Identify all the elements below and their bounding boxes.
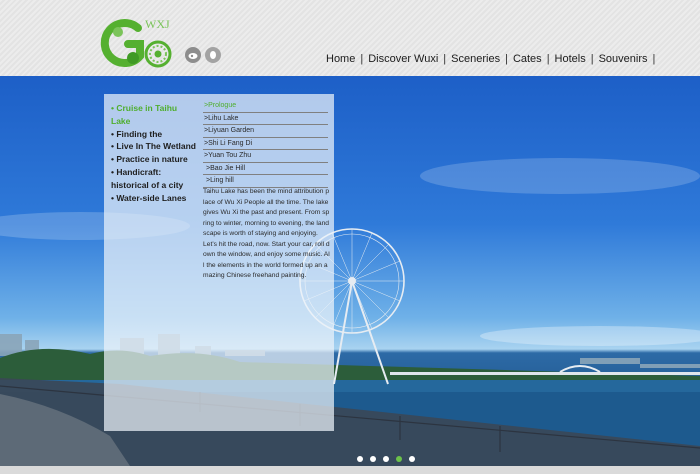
slider-dot[interactable] <box>370 456 376 462</box>
footer-strip <box>0 466 700 474</box>
description-paragraph: Let’s hit the road, now. Start your car,… <box>203 240 330 280</box>
description-paragraph: Taihu Lake has been the mind attribution… <box>203 188 330 237</box>
slider-dot[interactable] <box>409 456 415 462</box>
main-nav: Home | Discover Wuxi | Sceneries | Cates… <box>326 51 660 67</box>
nav-separator: | <box>546 53 550 65</box>
slider-dot[interactable] <box>383 456 389 462</box>
nav-sceneries[interactable]: Sceneries <box>451 53 500 65</box>
nav-discover-wuxi[interactable]: Discover Wuxi <box>368 53 438 65</box>
menu-item-cruise-taihu[interactable]: • Cruise in Taihu Lake <box>111 102 197 128</box>
nav-separator: | <box>360 53 364 65</box>
menu-item-water-side-lanes[interactable]: • Water-side Lanes <box>111 192 197 205</box>
qq-icon[interactable] <box>205 47 221 63</box>
submenu-item-ling-hill[interactable]: >Ling hill <box>203 175 328 188</box>
submenu-item-shi-li-fang-di[interactable]: >Shi Li Fang Di <box>203 138 328 150</box>
menu-item-wetland[interactable]: • Live In The Wetland <box>111 140 197 153</box>
nav-separator: | <box>505 53 508 65</box>
menu-item-practice-nature[interactable]: • Practice in nature <box>111 153 197 166</box>
logo-letters: WXJ <box>145 17 170 31</box>
nav-hotels[interactable]: Hotels <box>555 53 586 65</box>
slider-dot-active[interactable] <box>396 456 402 462</box>
tour-menu: • Cruise in Taihu Lake • Finding the • L… <box>111 102 197 204</box>
site-logo[interactable]: WXJ <box>100 14 178 70</box>
description-text: Taihu Lake has been the mind attribution… <box>203 187 330 282</box>
submenu-item-prologue[interactable]: >Prologue <box>203 100 328 113</box>
submenu-item-yuan-tou-zhu[interactable]: >Yuan Tou Zhu <box>203 150 328 163</box>
nav-home[interactable]: Home <box>326 53 355 65</box>
nav-separator: | <box>652 53 656 65</box>
slider-dots <box>357 456 422 462</box>
submenu-item-bao-jie-hill[interactable]: >Bao Jie Hill <box>203 163 328 175</box>
submenu-item-liyuan-garden[interactable]: >Liyuan Garden <box>203 125 328 138</box>
menu-item-handicraft[interactable]: • Handicraft: historical of a city <box>111 166 197 192</box>
menu-item-finding[interactable]: • Finding the <box>111 128 197 141</box>
site-header: WXJ Home | Discover Wuxi | Sceneries | C… <box>0 0 700 77</box>
nav-separator: | <box>443 53 447 65</box>
nav-separator: | <box>590 53 594 65</box>
submenu-item-lihu-lake[interactable]: >Lihu Lake <box>203 113 328 125</box>
nav-cates[interactable]: Cates <box>513 53 542 65</box>
slider-dot[interactable] <box>357 456 363 462</box>
weibo-icon[interactable] <box>185 47 201 63</box>
sub-menu: >Prologue >Lihu Lake >Liyuan Garden >Shi… <box>203 100 328 188</box>
nav-souvenirs[interactable]: Souvenirs <box>599 53 648 65</box>
